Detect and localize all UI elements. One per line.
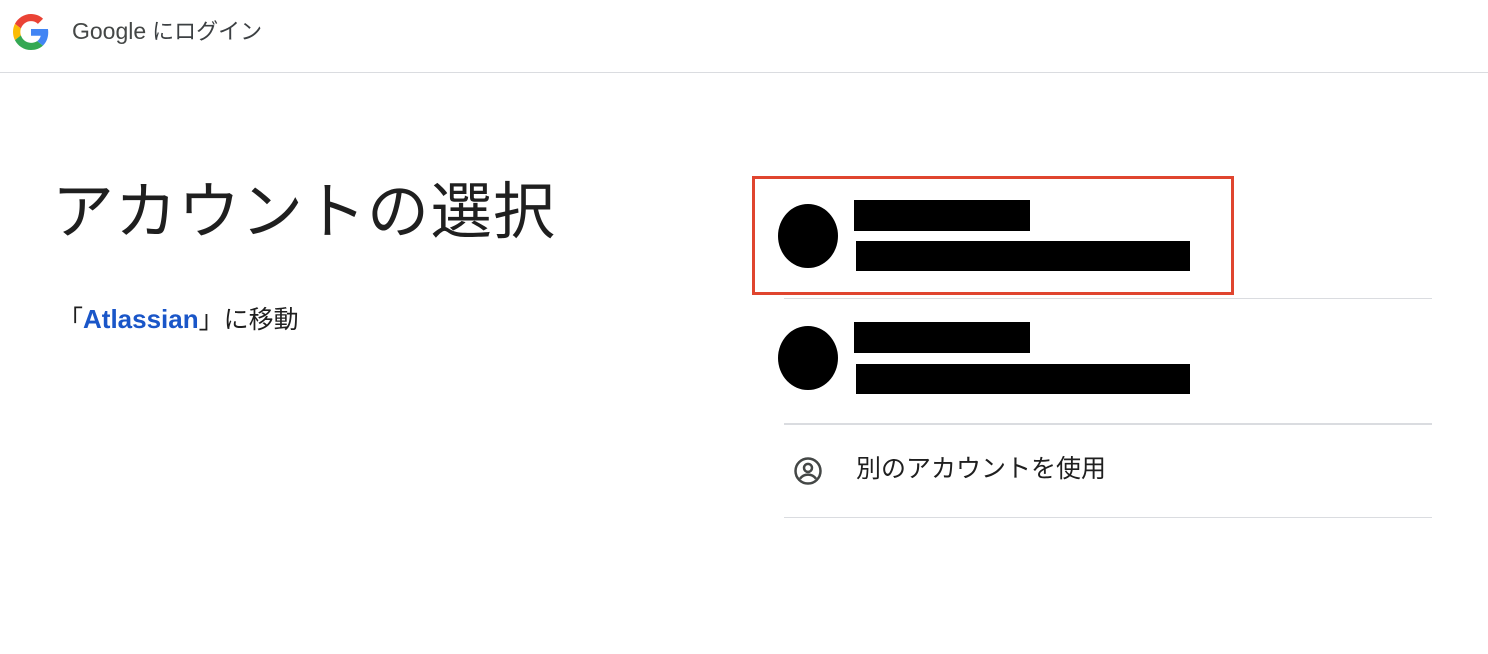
header: Google にログイン — [0, 0, 1488, 73]
use-another-account-button[interactable]: 別のアカウントを使用 — [784, 424, 1432, 518]
subtitle-prefix: 「 — [58, 305, 84, 334]
atlassian-link[interactable]: Atlassian — [83, 304, 199, 334]
continue-to-text: 「Atlassian」に移動 — [58, 302, 299, 337]
account-circle-icon — [794, 457, 822, 485]
header-action: にログイン — [152, 20, 263, 45]
account-item[interactable] — [778, 178, 1432, 299]
use-another-account-label: 別のアカウントを使用 — [856, 454, 1107, 483]
subtitle-suffix: 」に移動 — [198, 305, 299, 334]
page: Google にログイン アカウントの選択 「Atlassian」に移動 別のアカ… — [0, 0, 1488, 654]
page-title: アカウントの選択 — [52, 175, 557, 248]
avatar — [778, 326, 838, 390]
header-brand: Google — [72, 18, 147, 44]
redacted-account-name — [854, 200, 1030, 231]
redacted-account-email — [856, 241, 1190, 271]
redacted-account-email — [856, 364, 1190, 394]
header-title: Google にログイン — [72, 16, 262, 48]
account-item[interactable] — [778, 299, 1432, 424]
redacted-account-name — [854, 322, 1030, 353]
avatar — [778, 204, 838, 268]
google-logo-icon — [13, 14, 49, 50]
